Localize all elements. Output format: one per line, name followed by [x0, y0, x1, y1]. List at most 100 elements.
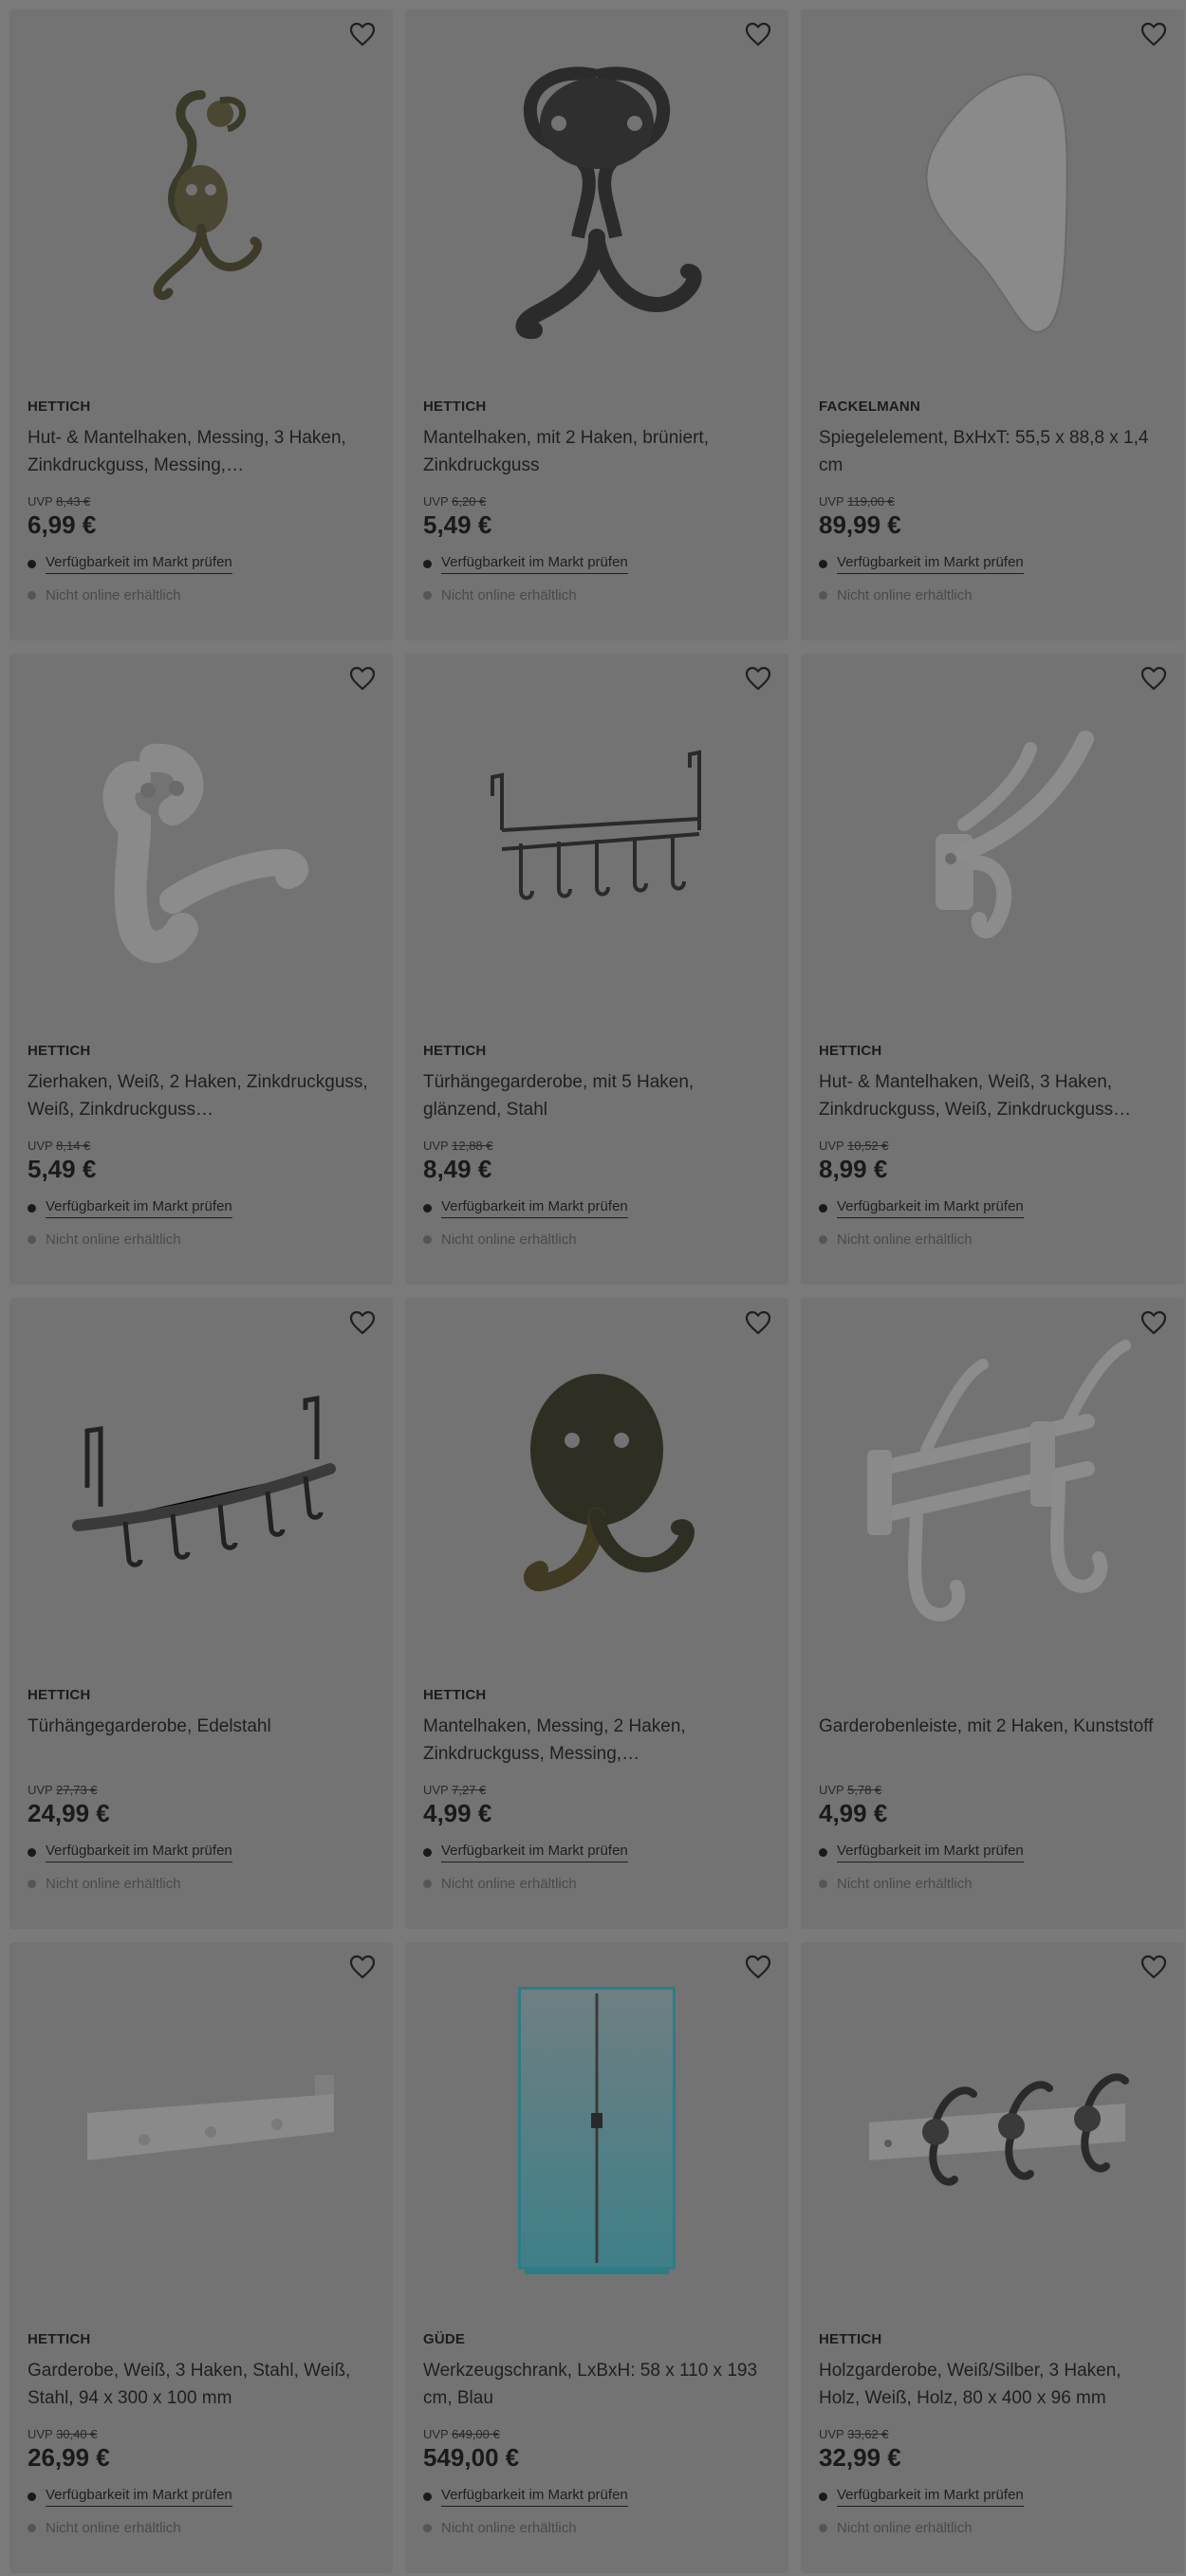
product-card[interactable]: HETTICH Holzgarderobe, Weiß/Silber, 3 Ha…	[801, 1942, 1184, 2573]
product-title[interactable]: Türhängegarderobe, mit 5 Haken, glänzend…	[423, 1068, 771, 1123]
product-brand: HETTICH	[28, 1687, 91, 1703]
online-status-row: Nicht online erhältlich	[423, 1874, 771, 1893]
product-title[interactable]: Türhängegarderobe, Edelstahl	[28, 1713, 376, 1768]
check-availability-link[interactable]: Verfügbarkeit im Markt prüfen	[837, 2487, 1024, 2507]
availability-dot-icon	[423, 559, 432, 568]
uvp-price: 12,88 €	[452, 1139, 493, 1153]
product-title[interactable]: Spiegelelement, BxHxT: 55,5 x 88,8 x 1,4…	[819, 424, 1167, 479]
product-image[interactable]	[405, 654, 788, 1033]
online-status-text: Nicht online erhältlich	[837, 586, 973, 603]
check-availability-link[interactable]: Verfügbarkeit im Markt prüfen	[46, 554, 232, 574]
product-brand: HETTICH	[819, 1043, 882, 1059]
uvp-price: 30,40 €	[56, 2427, 98, 2441]
online-status-text: Nicht online erhältlich	[441, 1875, 577, 1892]
check-availability-link[interactable]: Verfügbarkeit im Markt prüfen	[46, 1198, 232, 1218]
product-uvp: UVP 12,88 €	[423, 1139, 771, 1154]
availability-dot-icon	[819, 1847, 827, 1857]
online-status-dot-icon	[819, 1879, 827, 1888]
check-availability-link[interactable]: Verfügbarkeit im Markt prüfen	[837, 1843, 1024, 1863]
availability-row: Verfügbarkeit im Markt prüfen	[423, 1197, 771, 1218]
uvp-price: 33,62 €	[847, 2427, 889, 2441]
product-image[interactable]	[9, 1298, 393, 1677]
product-brand: HETTICH	[423, 398, 487, 415]
product-title[interactable]: Garderobe, Weiß, 3 Haken, Stahl, Weiß, S…	[28, 2357, 376, 2412]
product-card[interactable]: GÜDE Werkzeugschrank, LxBxH: 58 x 110 x …	[405, 1942, 788, 2573]
product-title[interactable]: Zierhaken, Weiß, 2 Haken, Zinkdruckguss,…	[28, 1068, 376, 1123]
product-brand: HETTICH	[28, 1043, 91, 1059]
availability-row: Verfügbarkeit im Markt prüfen	[423, 1842, 771, 1863]
product-grid: HETTICH Hut- & Mantelhaken, Messing, 3 H…	[0, 0, 1186, 2576]
product-image[interactable]	[801, 1298, 1184, 1677]
availability-dot-icon	[28, 2492, 36, 2501]
product-card[interactable]: HETTICH Mantelhaken, mit 2 Haken, brünie…	[405, 9, 788, 640]
product-title[interactable]: Werkzeugschrank, LxBxH: 58 x 110 x 193 c…	[423, 2357, 771, 2412]
product-price: 8,49 €	[423, 1155, 492, 1183]
product-uvp: UVP 33,62 €	[819, 2427, 1167, 2442]
uvp-label: UVP	[28, 494, 53, 509]
product-uvp: UVP 5,78 €	[819, 1783, 1167, 1798]
online-status-dot-icon	[819, 590, 827, 600]
uvp-label: UVP	[423, 494, 449, 509]
product-brand: HETTICH	[28, 398, 91, 415]
check-availability-link[interactable]: Verfügbarkeit im Markt prüfen	[46, 1843, 232, 1863]
product-image[interactable]	[405, 1942, 788, 2322]
product-title[interactable]: Hut- & Mantelhaken, Weiß, 3 Haken, Zinkd…	[819, 1068, 1167, 1123]
online-status-row: Nicht online erhältlich	[819, 585, 1167, 604]
product-image[interactable]	[801, 9, 1184, 389]
product-brand: HETTICH	[423, 1687, 487, 1703]
product-title[interactable]: Mantelhaken, Messing, 2 Haken, Zinkdruck…	[423, 1713, 771, 1768]
availability-dot-icon	[819, 1203, 827, 1213]
product-price: 5,49 €	[28, 1155, 97, 1183]
availability-dot-icon	[423, 2492, 432, 2501]
product-card[interactable]: HETTICH Hut- & Mantelhaken, Messing, 3 H…	[9, 9, 393, 640]
product-title[interactable]: Garderobenleiste, mit 2 Haken, Kunststof…	[819, 1713, 1167, 1768]
online-status-text: Nicht online erhältlich	[837, 1875, 973, 1892]
uvp-price: 7,27 €	[452, 1783, 487, 1797]
product-card[interactable]: FACKELMANN Spiegelelement, BxHxT: 55,5 x…	[801, 9, 1184, 640]
product-image[interactable]	[9, 9, 393, 389]
product-price: 4,99 €	[423, 1799, 492, 1827]
product-card[interactable]: HETTICH Garderobe, Weiß, 3 Haken, Stahl,…	[9, 1942, 393, 2573]
product-brand: HETTICH	[28, 2331, 91, 2347]
online-status-row: Nicht online erhältlich	[819, 1230, 1167, 1249]
online-status-dot-icon	[423, 2523, 432, 2532]
check-availability-link[interactable]: Verfügbarkeit im Markt prüfen	[441, 1843, 628, 1863]
online-status-row: Nicht online erhältlich	[423, 2518, 771, 2537]
product-card[interactable]: HETTICH Türhängegarderobe, Edelstahl UVP…	[9, 1298, 393, 1929]
product-brand: GÜDE	[423, 2331, 466, 2347]
product-title[interactable]: Holzgarderobe, Weiß/Silber, 3 Haken, Hol…	[819, 2357, 1167, 2412]
product-uvp: UVP 8,43 €	[28, 494, 376, 510]
product-image[interactable]	[801, 654, 1184, 1033]
product-card[interactable]: HETTICH Hut- & Mantelhaken, Weiß, 3 Hake…	[801, 654, 1184, 1285]
product-image[interactable]	[405, 1298, 788, 1677]
online-status-text: Nicht online erhältlich	[46, 1231, 181, 1248]
product-image[interactable]	[405, 9, 788, 389]
product-image[interactable]	[9, 1942, 393, 2322]
product-title[interactable]: Hut- & Mantelhaken, Messing, 3 Haken, Zi…	[28, 424, 376, 479]
check-availability-link[interactable]: Verfügbarkeit im Markt prüfen	[441, 554, 628, 574]
product-card[interactable]: HETTICH Mantelhaken, Messing, 2 Haken, Z…	[405, 1298, 788, 1929]
uvp-price: 8,14 €	[56, 1139, 91, 1153]
online-status-text: Nicht online erhältlich	[441, 586, 577, 603]
uvp-price: 5,78 €	[847, 1783, 882, 1797]
availability-dot-icon	[819, 559, 827, 568]
product-price: 4,99 €	[819, 1799, 888, 1827]
availability-dot-icon	[423, 1847, 432, 1857]
check-availability-link[interactable]: Verfügbarkeit im Markt prüfen	[837, 1198, 1024, 1218]
product-title[interactable]: Mantelhaken, mit 2 Haken, brüniert, Zink…	[423, 424, 771, 479]
product-image[interactable]	[9, 654, 393, 1033]
check-availability-link[interactable]: Verfügbarkeit im Markt prüfen	[441, 1198, 628, 1218]
online-status-text: Nicht online erhältlich	[46, 1875, 181, 1892]
availability-row: Verfügbarkeit im Markt prüfen	[28, 2486, 376, 2507]
uvp-label: UVP	[819, 494, 844, 509]
product-card[interactable]: HETTICH Türhängegarderobe, mit 5 Haken, …	[405, 654, 788, 1285]
product-price: 89,99 €	[819, 510, 901, 539]
product-card[interactable]: Garderobenleiste, mit 2 Haken, Kunststof…	[801, 1298, 1184, 1929]
online-status-dot-icon	[423, 1879, 432, 1888]
product-card[interactable]: HETTICH Zierhaken, Weiß, 2 Haken, Zinkdr…	[9, 654, 393, 1285]
check-availability-link[interactable]: Verfügbarkeit im Markt prüfen	[441, 2487, 628, 2507]
product-image[interactable]	[801, 1942, 1184, 2322]
check-availability-link[interactable]: Verfügbarkeit im Markt prüfen	[46, 2487, 232, 2507]
check-availability-link[interactable]: Verfügbarkeit im Markt prüfen	[837, 554, 1024, 574]
product-price: 8,99 €	[819, 1155, 888, 1183]
